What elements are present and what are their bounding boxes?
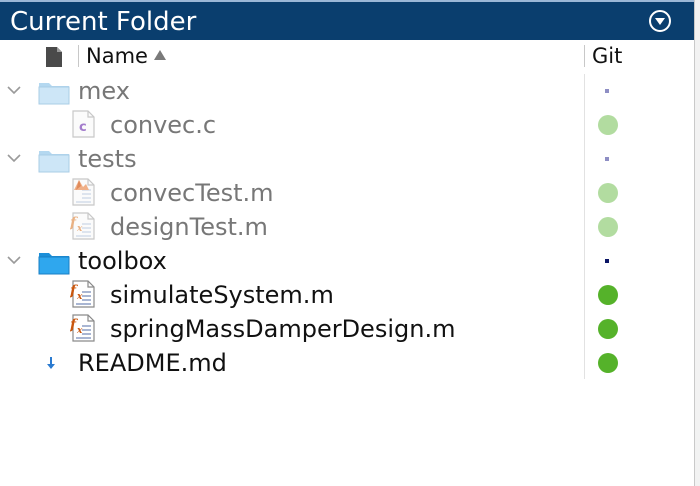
function-file-icon: fx xyxy=(70,314,95,342)
git-column-header[interactable]: Git xyxy=(592,43,622,69)
file-row[interactable]: convecTest.m xyxy=(0,176,584,210)
file-row[interactable]: f x simulateSystem.m xyxy=(0,278,584,312)
function-file-icon: fx xyxy=(70,280,95,308)
panel-right-edge xyxy=(694,0,700,486)
name-column-header[interactable]: Name xyxy=(86,43,166,69)
folder-row[interactable]: mex xyxy=(0,74,584,108)
folder-icon xyxy=(38,253,70,275)
svg-text:x: x xyxy=(76,292,83,302)
file-name: simulateSystem.m xyxy=(110,281,334,309)
git-modified-status-icon[interactable] xyxy=(598,353,618,373)
git-folder-status-icon[interactable] xyxy=(605,259,609,263)
file-row[interactable]: f x designTest.m xyxy=(0,210,584,244)
folder-icon xyxy=(38,83,70,105)
file-name: README.md xyxy=(78,349,227,377)
current-folder-panel: Current Folder Name Git mex c convec.c test… xyxy=(0,0,700,486)
file-name: designTest.m xyxy=(110,213,268,241)
folder-row[interactable]: tests xyxy=(0,142,584,176)
file-type-column-icon xyxy=(46,47,62,67)
folder-row[interactable]: toolbox xyxy=(0,244,584,278)
column-divider[interactable] xyxy=(584,45,585,67)
test-file-icon xyxy=(72,178,95,206)
file-name: convecTest.m xyxy=(110,179,274,207)
file-row[interactable]: README.md xyxy=(0,346,584,380)
c-file-icon: c xyxy=(72,110,95,138)
chevron-down-icon[interactable] xyxy=(6,150,22,166)
git-modified-status-icon[interactable] xyxy=(598,183,618,203)
folder-name: tests xyxy=(78,145,137,173)
column-divider[interactable] xyxy=(78,45,79,67)
svg-text:x: x xyxy=(76,224,83,234)
sort-ascending-icon xyxy=(153,50,166,60)
name-column-label: Name xyxy=(86,44,148,68)
git-folder-status-icon[interactable] xyxy=(605,89,609,93)
folder-icon xyxy=(38,151,70,173)
git-modified-status-icon[interactable] xyxy=(598,285,618,305)
panel-title: Current Folder xyxy=(10,7,197,37)
column-header-row: Name Git xyxy=(0,40,694,72)
git-folder-status-icon[interactable] xyxy=(605,157,609,161)
file-name: convec.c xyxy=(110,111,217,139)
git-column-divider xyxy=(584,74,585,379)
git-modified-status-icon[interactable] xyxy=(598,115,618,135)
folder-name: toolbox xyxy=(78,247,167,275)
git-modified-status-icon[interactable] xyxy=(598,319,618,339)
file-name: springMassDamperDesign.m xyxy=(110,315,456,343)
panel-actions-menu-icon[interactable] xyxy=(649,10,671,32)
chevron-down-icon[interactable] xyxy=(6,252,22,268)
svg-text:x: x xyxy=(76,326,83,336)
file-row[interactable]: c convec.c xyxy=(0,108,584,142)
folder-name: mex xyxy=(78,77,130,105)
file-row[interactable]: f x springMassDamperDesign.m xyxy=(0,312,584,346)
function-file-icon: fx xyxy=(70,212,95,240)
panel-title-bar: Current Folder xyxy=(0,0,694,40)
git-modified-status-icon[interactable] xyxy=(598,217,618,237)
svg-text:c: c xyxy=(79,120,87,135)
markdown-file-icon xyxy=(43,350,60,374)
chevron-down-icon[interactable] xyxy=(6,82,22,98)
